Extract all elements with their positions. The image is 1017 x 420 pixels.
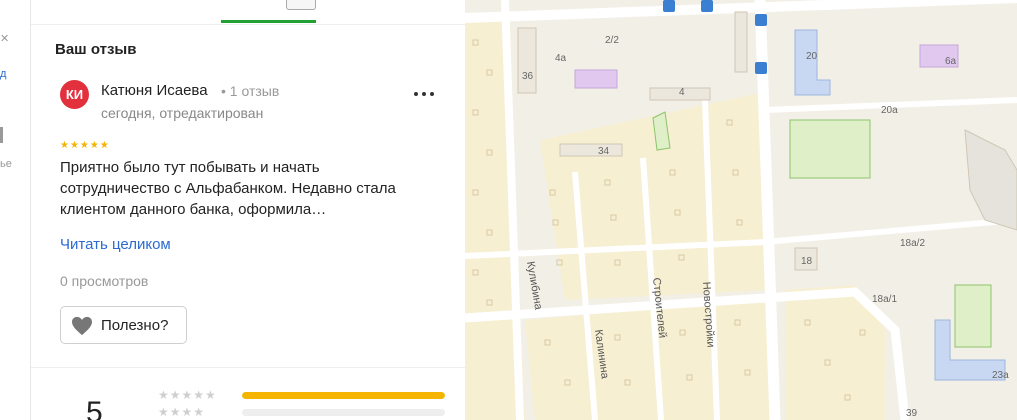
building-label: 20 (806, 51, 818, 62)
building-label: 23а (992, 370, 1009, 381)
building (734, 11, 748, 73)
author-review-count: • 1 отзыв (221, 83, 280, 99)
views-count: 0 просмотров (60, 273, 149, 289)
building-label: 18а/2 (900, 238, 925, 249)
building-label: 39 (906, 408, 918, 419)
building (559, 143, 623, 157)
park (789, 119, 871, 179)
active-tab-indicator (221, 20, 316, 23)
author-name[interactable]: Катюня Исаева (101, 82, 208, 99)
read-more-link[interactable]: Читать целиком (60, 236, 171, 253)
tab-partial[interactable] (286, 0, 316, 10)
building-label: 2/2 (605, 35, 619, 46)
building-label: 36 (522, 71, 534, 82)
map-canvas[interactable]: 2/2 4а 36 4 34 20 6а 20а 18а/2 18 18а/1 … (465, 0, 1017, 420)
dots-icon (422, 92, 426, 96)
building-label: 18а/1 (872, 294, 897, 305)
residential-area (525, 300, 775, 420)
building-label: 34 (598, 146, 610, 157)
park (954, 284, 992, 348)
bus-stop-icon[interactable] (663, 0, 675, 12)
heart-icon (72, 316, 92, 336)
dots-icon (414, 92, 418, 96)
avatar[interactable]: КИ (60, 80, 89, 109)
review-text: Приятно было тут побывать и начать сотру… (60, 159, 396, 218)
building-label: 20а (881, 105, 898, 116)
building-label: 18 (801, 256, 813, 267)
rating-row-5-stars: ★★★★★ (158, 388, 217, 402)
bus-stop-icon[interactable] (701, 0, 713, 12)
sidebar-bar (0, 127, 3, 143)
sidebar-mark-x: ✕ (0, 33, 10, 45)
rating-row-4-bar (242, 409, 445, 416)
rating-row-4-stars: ★★★★ (158, 405, 206, 419)
useful-label: Полезно? (101, 317, 169, 334)
collapsed-sidebar: ✕ д ье (0, 0, 31, 420)
review-date: сегодня, отредактирован (101, 105, 264, 121)
average-rating: 5 (86, 396, 103, 420)
review-panel: Ваш отзыв КИ Катюня Исаева • 1 отзыв сег… (31, 0, 466, 420)
dots-icon (430, 92, 434, 96)
bus-stop-icon[interactable] (755, 62, 767, 74)
app: ✕ д ье Ваш отзыв КИ Катюня Исаева • 1 от… (0, 0, 1017, 420)
building (517, 27, 537, 94)
rating-row-5-fill (242, 392, 445, 399)
section-title: Ваш отзыв (55, 41, 137, 58)
bus-stop-icon[interactable] (755, 14, 767, 26)
useful-button[interactable]: Полезно? (60, 306, 187, 344)
divider (31, 367, 465, 368)
tab-bar (31, 0, 465, 25)
more-options-button[interactable] (411, 84, 437, 104)
sidebar-fragment-bottom: ье (0, 158, 12, 170)
building-label: 4 (679, 87, 685, 98)
review-stars: ★★★★★ (60, 140, 110, 151)
building-label: 6а (945, 56, 957, 67)
building (574, 69, 618, 89)
rating-row-5-bar (242, 392, 445, 399)
map[interactable]: 2/2 4а 36 4 34 20 6а 20а 18а/2 18 18а/1 … (465, 0, 1017, 420)
building-label: 4а (555, 53, 567, 64)
sidebar-fragment-top: д (0, 68, 7, 80)
